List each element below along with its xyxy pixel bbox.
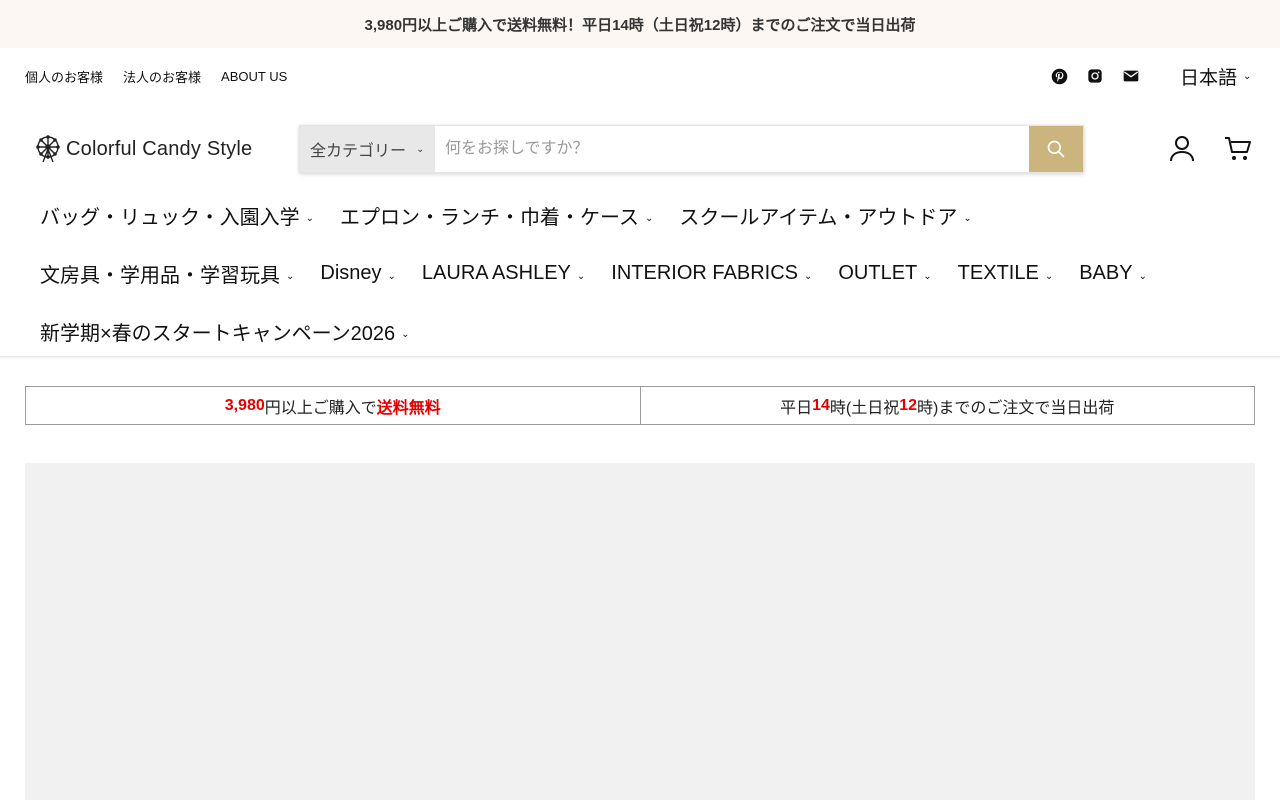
free-shipping-notice: 3,980 円以上ご購入で 送料無料 [26, 387, 640, 424]
chevron-down-icon: ⌄ [576, 270, 586, 282]
chevron-down-icon: ⌄ [645, 212, 654, 224]
nav-item-label: INTERIOR FABRICS [611, 261, 798, 284]
nav-item-outlet[interactable]: OUTLET ⌄ [838, 262, 931, 285]
nav-item-label: エプロン・ランチ・巾着・ケース [340, 206, 639, 229]
announcement-bar: 3,980円以上ご購入で送料無料！平日14時（土日祝12時）までのご注文で当日出… [0, 0, 1280, 48]
shipping-text-post: 時)までのご注文で当日出荷 [917, 399, 1115, 417]
free-shipping-text: 円以上ご購入で [264, 399, 377, 417]
link-business-customers[interactable]: 法人のお客様 [123, 67, 201, 86]
same-day-shipping-notice: 平日 14 時(土日祝 12 時)までのご注文で当日出荷 [639, 387, 1255, 424]
nav-item-label: 新学期×春のスタートキャンペーン2026 [40, 322, 396, 345]
nav-item-textile[interactable]: TEXTILE ⌄ [958, 262, 1054, 285]
nav-item-school-items[interactable]: スクールアイテム・アウトドア ⌄ [679, 201, 971, 230]
hero-banner-placeholder[interactable] [25, 463, 1255, 800]
nav-item-spring-campaign[interactable]: 新学期×春のスタートキャンペーン2026 ⌄ [40, 317, 410, 346]
nav-item-stationery[interactable]: 文房具・学用品・学習玩具 ⌄ [40, 259, 294, 288]
language-selector[interactable]: 日本語 ⌄ [1180, 48, 1251, 104]
chevron-down-icon: ⌄ [387, 270, 396, 282]
cart-icon[interactable] [1224, 133, 1252, 165]
chevron-down-icon: ⌄ [305, 212, 314, 224]
nav-row: 新学期×春のスタートキャンペーン2026 ⌄ [40, 302, 1260, 360]
nav-item-aprons[interactable]: エプロン・ランチ・巾着・ケース ⌄ [340, 201, 653, 230]
nav-item-label: Disney [320, 261, 382, 284]
header-icons [1168, 133, 1252, 165]
nav-item-label: バッグ・リュック・入園入学 [40, 206, 300, 229]
chevron-down-icon: ⌄ [1243, 70, 1252, 82]
nav-item-laura-ashley[interactable]: LAURA ASHLEY ⌄ [422, 262, 585, 285]
chevron-down-icon: ⌄ [1138, 270, 1147, 282]
nav-item-baby[interactable]: BABY ⌄ [1079, 262, 1147, 285]
chevron-down-icon: ⌄ [1044, 270, 1054, 282]
search-category-select[interactable]: 全カテゴリー ⌄ [300, 126, 435, 172]
free-shipping-highlight: 送料無料 [376, 399, 441, 417]
instagram-icon[interactable] [1086, 67, 1104, 85]
chevron-down-icon: ⌄ [401, 328, 410, 340]
pinterest-icon[interactable] [1050, 67, 1068, 85]
chevron-down-icon: ⌄ [416, 143, 425, 155]
nav-divider [0, 356, 1280, 359]
chevron-down-icon: ⌄ [963, 212, 972, 224]
search-category-label: 全カテゴリー [310, 143, 407, 160]
nav-item-label: TEXTILE [957, 261, 1039, 284]
nav-item-interior-fabrics[interactable]: INTERIOR FABRICS ⌄ [611, 262, 812, 285]
search-button[interactable] [1029, 126, 1083, 172]
nav-row: 文房具・学用品・学習玩具 ⌄ Disney ⌄ LAURA ASHLEY ⌄ INTE… [40, 244, 1260, 302]
language-label: 日本語 [1180, 67, 1238, 89]
chevron-down-icon: ⌄ [286, 270, 295, 282]
nav-item-label: OUTLET [838, 261, 918, 284]
site-logo[interactable]: Colorful Candy Style [34, 132, 252, 166]
utility-links: 個人のお客様 法人のお客様 ABOUT US [25, 48, 287, 104]
nav-item-bags[interactable]: バッグ・リュック・入園入学 ⌄ [40, 201, 314, 230]
holiday-cutoff-hour: 12 [899, 396, 918, 414]
social-links [1050, 48, 1140, 104]
link-about-us[interactable]: ABOUT US [221, 69, 287, 84]
search-bar: 全カテゴリー ⌄ [299, 125, 1084, 173]
logo-text: Colorful Candy Style [66, 137, 253, 160]
promo-bar: 3,980 円以上ご購入で 送料無料 平日 14 時(土日祝 12 時)までのご… [25, 386, 1255, 425]
chevron-down-icon: ⌄ [803, 270, 813, 282]
nav-item-label: BABY [1079, 261, 1133, 284]
nav-item-label: LAURA ASHLEY [421, 261, 571, 284]
chevron-down-icon: ⌄ [923, 270, 932, 282]
account-icon[interactable] [1168, 133, 1196, 165]
nav-item-label: スクールアイテム・アウトドア [679, 206, 958, 229]
nav-item-disney[interactable]: Disney ⌄ [320, 262, 396, 285]
ferris-wheel-logo-icon [36, 135, 60, 163]
free-shipping-amount: 3,980 [224, 396, 265, 414]
utility-bar: 個人のお客様 法人のお客様 ABOUT US 日本語 ⌄ [0, 48, 1280, 104]
link-individual-customers[interactable]: 個人のお客様 [25, 67, 103, 86]
search-input[interactable] [435, 126, 1029, 172]
announcement-text: 3,980円以上ご購入で送料無料！平日14時（土日祝12時）までのご注文で当日出… [364, 16, 916, 34]
nav-item-label: 文房具・学用品・学習玩具 [40, 264, 280, 287]
nav-row: バッグ・リュック・入園入学 ⌄ エプロン・ランチ・巾着・ケース ⌄ スクールアイテム… [40, 186, 1260, 244]
shipping-text-pre: 平日 [780, 399, 813, 417]
main-navigation: バッグ・リュック・入園入学 ⌄ エプロン・ランチ・巾着・ケース ⌄ スクールアイテム… [40, 186, 1260, 360]
email-icon[interactable] [1122, 67, 1140, 85]
shipping-text-mid: 時(土日祝 [829, 399, 900, 417]
weekday-cutoff-hour: 14 [812, 396, 830, 414]
search-icon [1047, 140, 1065, 158]
